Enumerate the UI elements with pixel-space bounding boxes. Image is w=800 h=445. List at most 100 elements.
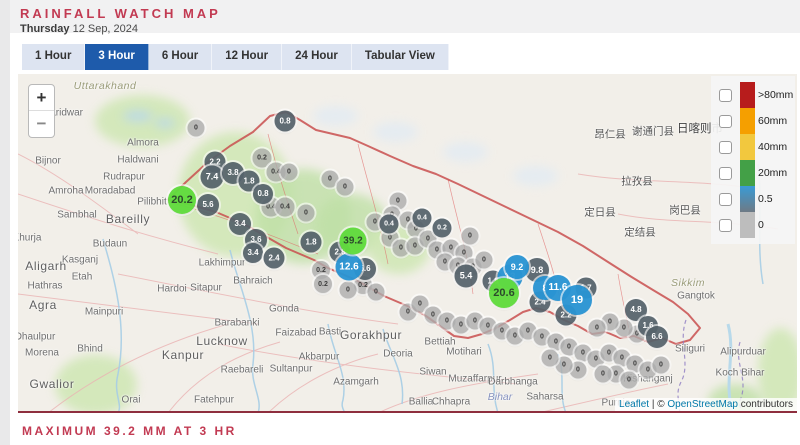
- place-label: Faizabad: [275, 328, 316, 339]
- place-label: Sultanpur: [270, 364, 313, 375]
- place-label: Sikkim: [671, 277, 705, 289]
- place-label: Chhapra: [432, 397, 470, 408]
- place-label: Khurja: [18, 233, 41, 244]
- legend-label: 0.5: [758, 193, 773, 205]
- attribution-contributors: contributors: [738, 399, 793, 410]
- legend-checkbox[interactable]: [719, 193, 732, 206]
- openstreetmap-link[interactable]: OpenStreetMap: [667, 399, 738, 410]
- place-label: Ballia: [409, 397, 433, 408]
- place-label: Gwalior: [30, 377, 75, 391]
- rainfall-marker[interactable]: 1.8: [301, 232, 322, 253]
- tab-24-hour[interactable]: 24 Hour: [282, 44, 352, 70]
- place-label: Amroha: [48, 186, 83, 197]
- place-label: Barabanki: [214, 318, 259, 329]
- place-label: Bihar: [488, 391, 513, 403]
- legend-color-swatch: [740, 134, 755, 160]
- rainfall-marker[interactable]: 20.6: [489, 278, 519, 308]
- place-label: Hardoi: [157, 284, 186, 295]
- rainfall-marker[interactable]: 0: [589, 320, 606, 337]
- rainfall-marker[interactable]: 0.8: [253, 184, 273, 204]
- rainfall-marker[interactable]: 0.2: [433, 219, 452, 238]
- place-label: Hathras: [27, 281, 62, 292]
- place-label: Kasganj: [62, 255, 98, 266]
- tab-12-hour[interactable]: 12 Hour: [212, 44, 282, 70]
- legend-checkbox[interactable]: [719, 89, 732, 102]
- place-label: Motihari: [446, 347, 482, 358]
- tab-3-hour[interactable]: 3 Hour: [85, 44, 148, 70]
- place-label: 定结县: [624, 225, 656, 240]
- rainfall-marker[interactable]: 0: [368, 284, 385, 301]
- legend-label: 20mm: [758, 167, 787, 179]
- rainfall-marker[interactable]: 12.6: [336, 254, 363, 281]
- rainfall-marker[interactable]: 0.4: [380, 215, 399, 234]
- legend-checkbox[interactable]: [719, 115, 732, 128]
- legend-checkbox[interactable]: [719, 167, 732, 180]
- place-label: 岗巴县: [669, 203, 701, 218]
- rainfall-marker[interactable]: 6.6: [646, 326, 668, 348]
- tab-1-hour[interactable]: 1 Hour: [22, 44, 85, 70]
- legend-row: 0: [719, 212, 791, 238]
- place-label: Sitapur: [190, 283, 222, 294]
- legend-label: >80mm: [758, 89, 793, 101]
- legend-row: >80mm: [719, 82, 791, 108]
- rainfall-marker[interactable]: 0: [595, 366, 612, 383]
- place-label: Darbhanga: [488, 377, 537, 388]
- rainfall-marker[interactable]: 0: [653, 357, 670, 374]
- rainfall-marker[interactable]: 0: [476, 252, 493, 269]
- tab-6-hour[interactable]: 6 Hour: [149, 44, 212, 70]
- rainfall-marker[interactable]: 0.4: [413, 209, 432, 228]
- rainfall-marker[interactable]: 19: [562, 285, 592, 315]
- rainfall-marker[interactable]: 0.4: [276, 198, 295, 217]
- place-label: Lucknow: [196, 334, 248, 348]
- rainfall-marker[interactable]: 0: [298, 205, 315, 222]
- rainfall-marker[interactable]: 0.8: [275, 111, 296, 132]
- rainfall-marker[interactable]: 0: [188, 120, 205, 137]
- zoom-in-button[interactable]: +: [29, 85, 54, 111]
- rainfall-marker[interactable]: 0: [462, 228, 479, 245]
- rainfall-marker[interactable]: 2.4: [264, 248, 285, 269]
- rainfall-marker[interactable]: 39.2: [340, 228, 367, 255]
- tab-tabular-view[interactable]: Tabular View: [352, 44, 449, 70]
- legend-row: 40mm: [719, 134, 791, 160]
- place-label: Alipurduar: [720, 347, 766, 358]
- place-label: Sambhal: [57, 210, 96, 221]
- legend-checkbox[interactable]: [719, 141, 732, 154]
- place-label: Almora: [127, 138, 159, 149]
- zoom-out-button[interactable]: −: [29, 111, 54, 137]
- place-label: Bijnor: [35, 156, 61, 167]
- legend-checkbox[interactable]: [719, 219, 732, 232]
- place-label: Fatehpur: [194, 395, 234, 406]
- rainfall-marker[interactable]: 3.4: [243, 243, 263, 263]
- legend-row: 20mm: [719, 160, 791, 186]
- place-label: Dhaulpur: [18, 332, 55, 343]
- rainfall-marker[interactable]: 0.2: [314, 275, 332, 293]
- place-label: Bareilly: [106, 212, 150, 226]
- leaflet-link[interactable]: Leaflet: [619, 399, 649, 410]
- rainfall-legend: >80mm 60mm40mm 20mm 0.5 0: [711, 76, 795, 244]
- rainfall-marker[interactable]: 20.2: [168, 186, 196, 214]
- rainfall-marker[interactable]: 0: [621, 372, 638, 389]
- date-rest: 12 Sep, 2024: [70, 23, 139, 35]
- rainfall-marker[interactable]: 0: [340, 282, 357, 299]
- attribution-separator: | ©: [649, 399, 667, 410]
- map-attribution: Leaflet | © OpenStreetMap contributors: [615, 398, 797, 411]
- place-label: Kanpur: [162, 348, 204, 362]
- rainfall-marker[interactable]: 5.6: [197, 194, 219, 216]
- rainfall-marker[interactable]: 0: [337, 179, 354, 196]
- map-zoom-control: + −: [28, 84, 55, 138]
- page-title: RAINFALL WATCH MAP: [20, 6, 221, 21]
- legend-row: 60mm: [719, 108, 791, 134]
- place-label: Siwan: [419, 367, 446, 378]
- rainfall-marker[interactable]: 7.4: [201, 166, 224, 189]
- place-label: Gangtok: [677, 291, 715, 302]
- rainfall-map[interactable]: UttarakhandHaridwarAlmoraHaldwaniBijnorR…: [18, 74, 797, 413]
- legend-color-swatch: [740, 108, 755, 134]
- place-label: 拉孜县: [621, 174, 653, 189]
- rainfall-marker[interactable]: 0: [542, 350, 559, 367]
- rainfall-marker[interactable]: 5.4: [455, 265, 478, 288]
- page-date: Thursday 12 Sep, 2024: [20, 23, 138, 35]
- rainfall-marker[interactable]: 9.2: [505, 255, 529, 279]
- legend-color-swatch: [740, 186, 755, 212]
- place-label: Akbarpur: [299, 352, 340, 363]
- rainfall-marker[interactable]: 0: [281, 164, 298, 181]
